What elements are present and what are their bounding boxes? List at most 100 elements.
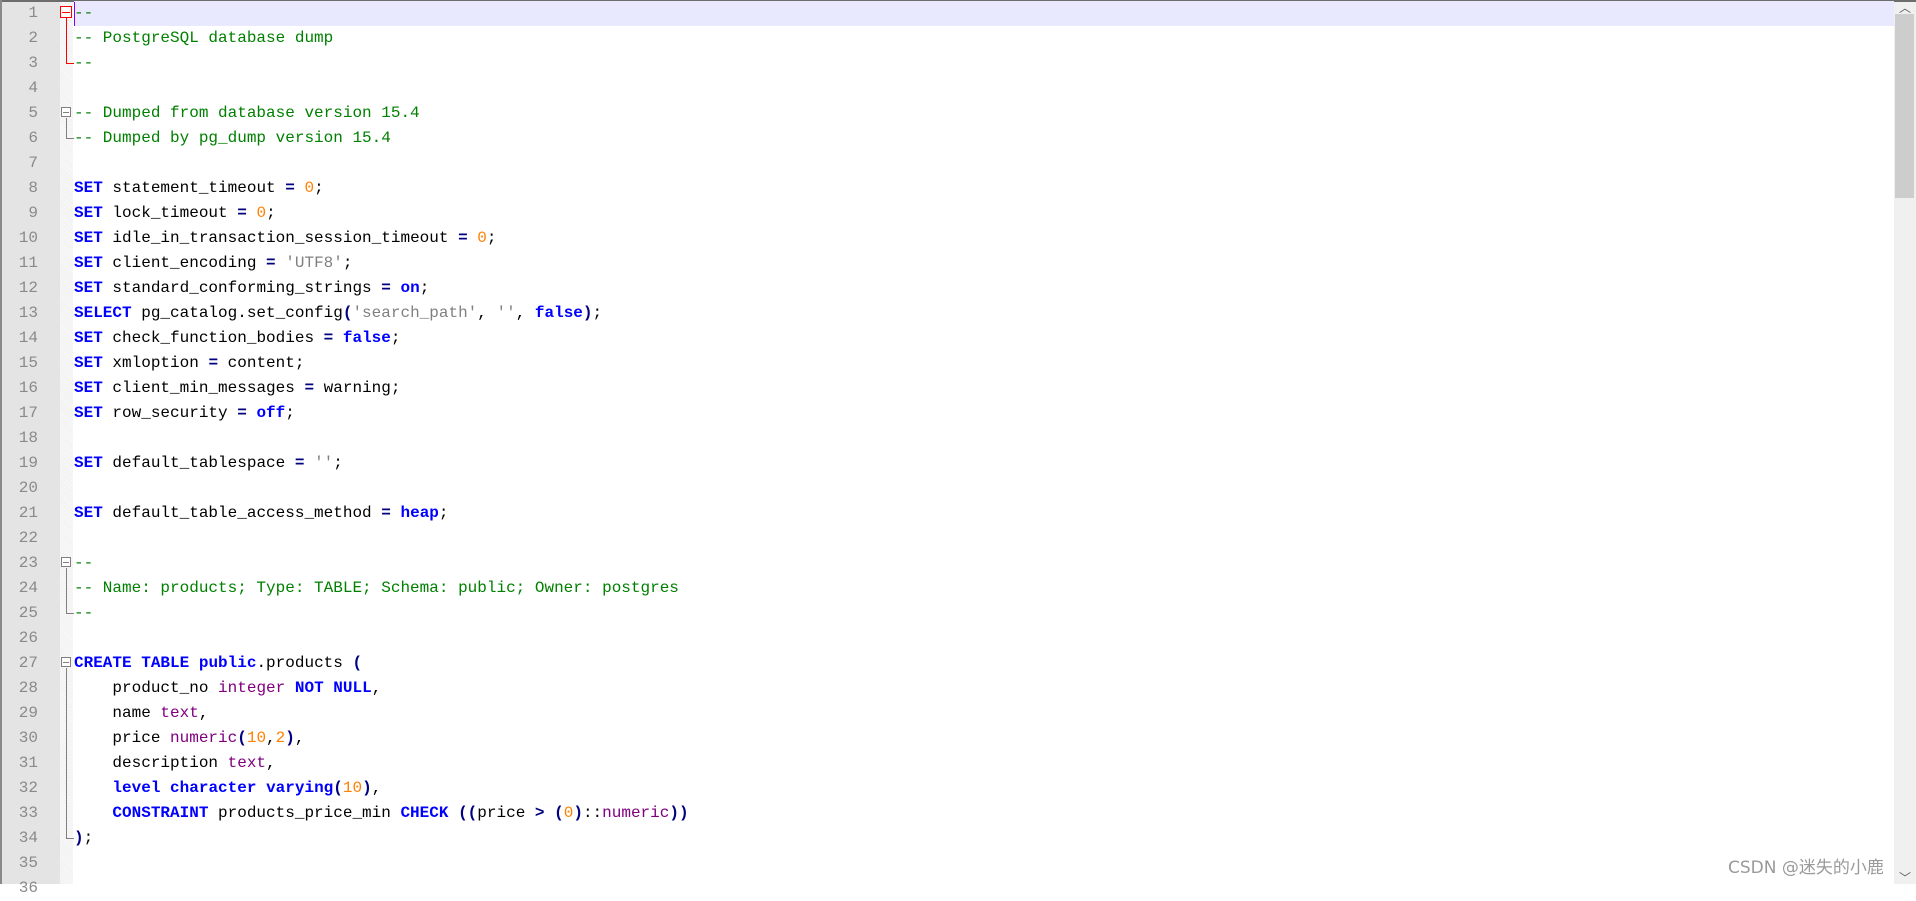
code-line[interactable]: 10 SET idle_in_transaction_session_timeou… — [0, 226, 1894, 251]
code-text[interactable]: ); — [74, 826, 1894, 851]
code-text[interactable]: SET xmloption = content; — [74, 351, 1894, 376]
scrollbar-thumb[interactable] — [1895, 14, 1914, 198]
code-text[interactable]: level character varying(10), — [74, 776, 1894, 801]
code-text[interactable] — [74, 76, 1894, 101]
line-number[interactable]: 25 — [2, 601, 38, 626]
code-line[interactable]: 25 -- — [0, 601, 1894, 626]
code-line[interactable]: 15 SET xmloption = content; — [0, 351, 1894, 376]
line-number[interactable]: 34 — [2, 826, 38, 851]
line-number[interactable]: 20 — [2, 476, 38, 501]
code-line[interactable]: 4 — [0, 76, 1894, 101]
line-number[interactable]: 13 — [2, 301, 38, 326]
line-number[interactable]: 31 — [2, 751, 38, 776]
line-number[interactable]: 5 — [2, 101, 38, 126]
line-number[interactable]: 21 — [2, 501, 38, 526]
code-line[interactable]: 2 -- PostgreSQL database dump — [0, 26, 1894, 51]
code-line[interactable]: 8 SET statement_timeout = 0; — [0, 176, 1894, 201]
code-line[interactable]: 1 -- — [0, 1, 1894, 26]
code-text[interactable]: -- — [74, 1, 1894, 26]
code-text[interactable]: SET default_tablespace = ''; — [74, 451, 1894, 476]
code-line[interactable]: 6 -- Dumped by pg_dump version 15.4 — [0, 126, 1894, 151]
code-line[interactable]: 13 SELECT pg_catalog.set_config('search_p… — [0, 301, 1894, 326]
scroll-up-arrow-icon[interactable]: ︿ — [1894, 2, 1916, 14]
line-number[interactable]: 19 — [2, 451, 38, 476]
code-text[interactable]: SELECT pg_catalog.set_config('search_pat… — [74, 301, 1894, 326]
code-line[interactable]: 32 level character varying(10), — [0, 776, 1894, 801]
code-line[interactable]: 12 SET standard_conforming_strings = on; — [0, 276, 1894, 301]
code-text[interactable] — [74, 476, 1894, 501]
line-number[interactable]: 23 — [2, 551, 38, 576]
code-text[interactable]: SET check_function_bodies = false; — [74, 326, 1894, 351]
code-line[interactable]: 19 SET default_tablespace = ''; — [0, 451, 1894, 476]
code-text[interactable] — [74, 626, 1894, 651]
line-number[interactable]: 12 — [2, 276, 38, 301]
line-number[interactable]: 33 — [2, 801, 38, 826]
code-line[interactable]: 22 — [0, 526, 1894, 551]
code-text[interactable]: CONSTRAINT products_price_min CHECK ((pr… — [74, 801, 1894, 826]
code-line[interactable]: 23 -- — [0, 551, 1894, 576]
code-text[interactable]: -- — [74, 551, 1894, 576]
code-text[interactable]: price numeric(10,2), — [74, 726, 1894, 751]
code-text[interactable] — [74, 526, 1894, 551]
code-text[interactable] — [74, 851, 1894, 876]
code-line[interactable]: 14 SET check_function_bodies = false; — [0, 326, 1894, 351]
code-text[interactable]: product_no integer NOT NULL, — [74, 676, 1894, 701]
code-line[interactable]: 28 product_no integer NOT NULL, — [0, 676, 1894, 701]
line-number[interactable]: 32 — [2, 776, 38, 801]
vertical-scrollbar[interactable]: ︿ ﹀ — [1894, 2, 1916, 884]
code-line[interactable]: 17 SET row_security = off; — [0, 401, 1894, 426]
code-line[interactable]: 27 CREATE TABLE public.products ( — [0, 651, 1894, 676]
line-number[interactable]: 9 — [2, 201, 38, 226]
code-line[interactable]: 20 — [0, 476, 1894, 501]
line-number[interactable]: 26 — [2, 626, 38, 651]
code-text[interactable]: -- — [74, 601, 1894, 626]
code-text[interactable]: -- Name: products; Type: TABLE; Schema: … — [74, 576, 1894, 601]
code-line[interactable]: 34); — [0, 826, 1894, 851]
line-number[interactable]: 2 — [2, 26, 38, 51]
line-number[interactable]: 15 — [2, 351, 38, 376]
code-line[interactable]: 9 SET lock_timeout = 0; — [0, 201, 1894, 226]
code-text[interactable] — [74, 426, 1894, 451]
code-text[interactable]: -- — [74, 51, 1894, 76]
line-number[interactable]: 29 — [2, 701, 38, 726]
line-number[interactable]: 28 — [2, 676, 38, 701]
code-line[interactable]: 3 -- — [0, 51, 1894, 76]
code-line[interactable]: 29 name text, — [0, 701, 1894, 726]
line-number[interactable]: 24 — [2, 576, 38, 601]
code-text[interactable]: SET row_security = off; — [74, 401, 1894, 426]
line-number[interactable]: 36 — [2, 876, 38, 901]
code-line[interactable]: 30 price numeric(10,2), — [0, 726, 1894, 751]
code-text[interactable]: SET lock_timeout = 0; — [74, 201, 1894, 226]
line-number[interactable]: 1 — [2, 1, 38, 26]
code-line[interactable]: 18 — [0, 426, 1894, 451]
code-text[interactable]: description text, — [74, 751, 1894, 776]
code-text[interactable]: name text, — [74, 701, 1894, 726]
code-text[interactable]: SET standard_conforming_strings = on; — [74, 276, 1894, 301]
code-text[interactable] — [74, 876, 1894, 901]
line-number[interactable]: 11 — [2, 251, 38, 276]
code-text[interactable]: -- PostgreSQL database dump — [74, 26, 1894, 51]
code-line[interactable]: 35 — [0, 851, 1894, 876]
line-number[interactable]: 10 — [2, 226, 38, 251]
code-line[interactable]: 11 SET client_encoding = 'UTF8'; — [0, 251, 1894, 276]
line-number[interactable]: 35 — [2, 851, 38, 876]
code-text[interactable]: SET idle_in_transaction_session_timeout … — [74, 226, 1894, 251]
line-number[interactable]: 6 — [2, 126, 38, 151]
code-text[interactable]: SET client_min_messages = warning; — [74, 376, 1894, 401]
line-number[interactable]: 30 — [2, 726, 38, 751]
code-line[interactable]: 5 -- Dumped from database version 15.4 — [0, 101, 1894, 126]
code-line[interactable]: 36 — [0, 876, 1894, 901]
code-text[interactable]: SET statement_timeout = 0; — [74, 176, 1894, 201]
line-number[interactable]: 7 — [2, 151, 38, 176]
code-text[interactable]: -- Dumped from database version 15.4 — [74, 101, 1894, 126]
code-line[interactable]: 26 — [0, 626, 1894, 651]
code-line[interactable]: 31 description text, — [0, 751, 1894, 776]
code-text[interactable]: SET default_table_access_method = heap; — [74, 501, 1894, 526]
code-editor[interactable]: 1 -- 2 -- PostgreSQL database dump 3 -- 4 5 -- D… — [0, 1, 1894, 901]
code-line[interactable]: 16 SET client_min_messages = warning; — [0, 376, 1894, 401]
code-line[interactable]: 33 CONSTRAINT products_price_min CHECK (… — [0, 801, 1894, 826]
line-number[interactable]: 14 — [2, 326, 38, 351]
code-text[interactable]: SET client_encoding = 'UTF8'; — [74, 251, 1894, 276]
code-text[interactable]: CREATE TABLE public.products ( — [74, 651, 1894, 676]
line-number[interactable]: 27 — [2, 651, 38, 676]
